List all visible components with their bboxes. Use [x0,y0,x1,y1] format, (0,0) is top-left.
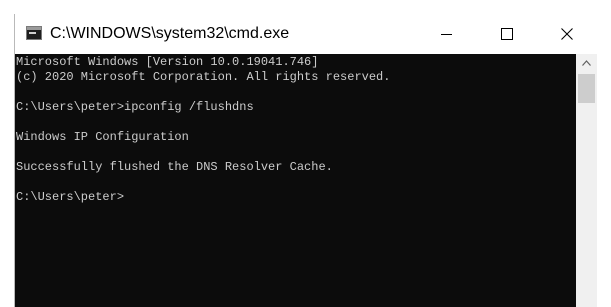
close-icon [561,28,573,40]
maximize-button[interactable] [478,14,536,54]
minimize-icon [440,33,452,35]
window-frame [597,54,611,307]
maximize-icon [501,28,513,40]
close-button[interactable] [538,14,596,54]
scroll-up-button[interactable] [576,54,597,71]
console-line: Windows IP Configuration [16,130,189,144]
cmd-icon[interactable] [26,26,42,40]
cmd-window: C:\WINDOWS\system32\cmd.exe Microsoft Wi… [14,14,611,307]
scroll-thumb[interactable] [578,74,595,103]
chevron-up-icon [582,59,591,66]
console-line: C:\Users\peter>ipconfig /flushdns [16,100,254,114]
minimize-button[interactable] [417,14,475,54]
console-line: Microsoft Windows [Version 10.0.19041.74… [16,55,319,69]
title-bar[interactable]: C:\WINDOWS\system32\cmd.exe [15,14,611,54]
console-line: Successfully flushed the DNS Resolver Ca… [16,160,333,174]
console-line: (c) 2020 Microsoft Corporation. All righ… [16,70,391,84]
window-title: C:\WINDOWS\system32\cmd.exe [50,25,290,42]
vertical-scrollbar[interactable] [576,54,597,307]
console-prompt[interactable]: C:\Users\peter> [16,190,576,205]
console-output[interactable]: Microsoft Windows [Version 10.0.19041.74… [15,54,576,307]
